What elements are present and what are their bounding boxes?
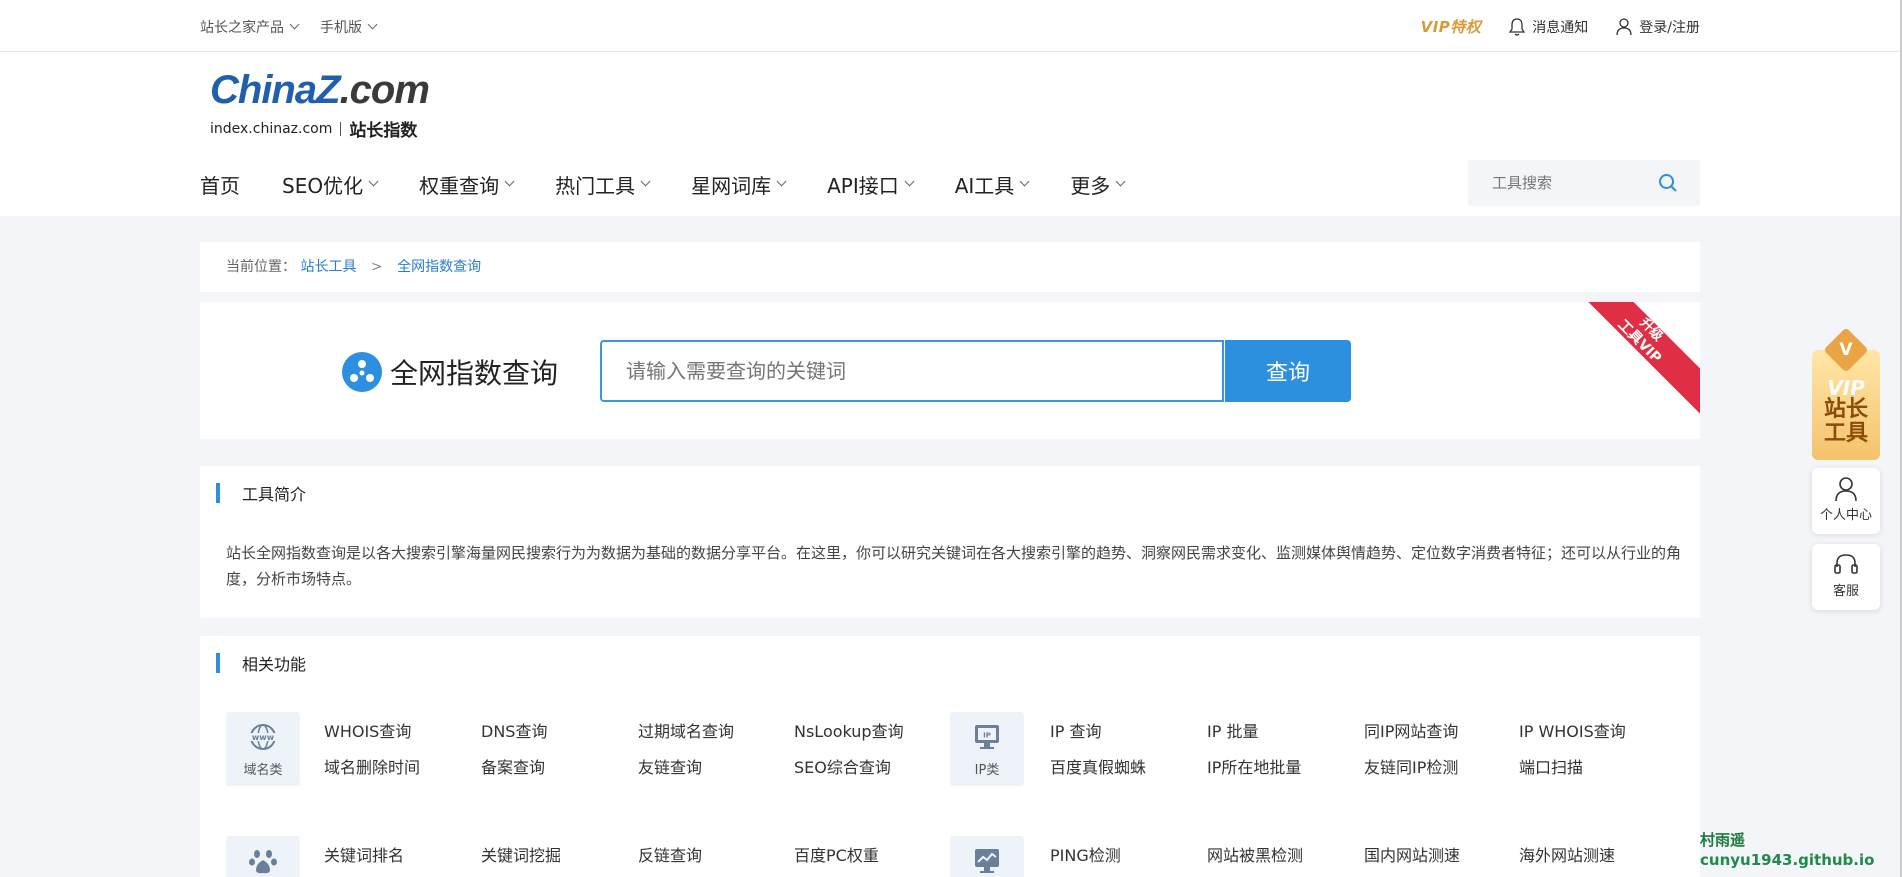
link-whois[interactable]: WHOIS查询 [324,718,411,742]
www-globe-icon: www [250,724,276,750]
user-icon [1835,477,1857,502]
chevron-down-icon [640,176,651,187]
link-baidu-pc-weight[interactable]: 百度PC权重 [794,842,879,866]
link-friend-link[interactable]: 友链查询 [638,754,702,778]
top-bar-left: 站长之家产品 手机版 [200,17,378,37]
link-overseas-speed[interactable]: 海外网站测速 [1519,842,1615,866]
link-same-ip-sites[interactable]: 同IP网站查询 [1364,718,1458,742]
vip-tools-float[interactable]: V VIP 站长工具 [1812,327,1880,460]
link-domestic-speed[interactable]: 国内网站测速 [1364,842,1460,866]
logo-subtitle: index.chinaz.com 站长指数 [210,120,418,142]
chevron-down-icon [289,19,300,29]
query-panel: 全网指数查询 查询 升级 工具VIP [200,302,1700,439]
mobile-menu[interactable]: 手机版 [320,17,378,37]
link-ip-query[interactable]: IP 查询 [1050,718,1101,742]
products-menu[interactable]: 站长之家产品 [200,17,300,37]
chevron-down-icon [776,176,787,187]
login-link[interactable]: 登录/注册 [1616,17,1700,37]
share-nodes-icon [342,352,382,392]
chevron-down-icon [367,19,378,29]
bell-icon [1509,17,1526,36]
category-monitor[interactable] [950,836,1024,877]
link-port-scan[interactable]: 端口扫描 [1519,754,1583,778]
chevron-down-icon [1115,176,1126,187]
personal-center-float[interactable]: 个人中心 [1812,468,1880,534]
link-seo-overview[interactable]: SEO综合查询 [794,754,891,778]
link-baidu-spider[interactable]: 百度真假蜘蛛 [1050,754,1146,778]
top-bar: 站长之家产品 手机版 VIP特权 消息通知 登录/注册 [0,0,1902,52]
link-nslookup[interactable]: NsLookup查询 [794,718,904,742]
link-ping[interactable]: PING检测 [1050,842,1121,866]
site-header: ChinaZ.com index.chinaz.com 站长指数 首页 SEO优… [0,52,1902,216]
nav-item-weight[interactable]: 权重查询 [419,170,515,199]
customer-service-float[interactable]: 客服 [1812,544,1880,610]
intro-text: 站长全网指数查询是以各大搜索引擎海量网民搜索行为为数据为基础的数据分享平台。在这… [226,544,1682,588]
chevron-down-icon [368,176,379,187]
chart-monitor-icon [975,849,999,873]
category-domain[interactable]: www 域名类 [226,712,300,786]
link-hacked-check[interactable]: 网站被黑检测 [1207,842,1303,866]
link-backlink[interactable]: 反链查询 [638,842,702,866]
query-button[interactable]: 查询 [1225,340,1351,402]
logo-brand: ChinaZ.com [210,68,430,112]
link-ip-location-batch[interactable]: IP所在地批量 [1207,754,1301,778]
notification-link[interactable]: 消息通知 [1509,17,1588,37]
search-icon[interactable] [1658,173,1678,193]
baidu-paw-icon [249,850,277,874]
svg-text:IP: IP [983,732,991,740]
nav-item-seo[interactable]: SEO优化 [282,170,379,199]
query-title: 全网指数查询 [342,352,558,392]
chevron-down-icon [904,176,915,187]
site-logo[interactable]: ChinaZ.com index.chinaz.com 站长指数 [210,68,450,142]
intro-title: 工具简介 [216,481,306,505]
chevron-down-icon [504,176,515,187]
main-nav: 首页 SEO优化 权重查询 热门工具 星网词库 API接口 AI工具 更多 [200,170,1166,199]
user-icon [1616,17,1632,35]
nav-item-home[interactable]: 首页 [200,170,240,199]
nav-item-hot-tools[interactable]: 热门工具 [555,170,651,199]
nav-item-more[interactable]: 更多 [1070,170,1126,199]
ip-monitor-icon: IP [975,725,999,749]
nav-item-ai-tools[interactable]: AI工具 [955,170,1030,199]
top-bar-right: VIP特权 消息通知 登录/注册 [1421,16,1700,37]
category-ip[interactable]: IP IP类 [950,712,1024,786]
link-ip-whois[interactable]: IP WHOIS查询 [1519,718,1626,742]
headset-icon [1834,554,1858,574]
related-title: 相关功能 [216,651,306,675]
tool-search [1468,160,1700,206]
nav-item-keyword-lib[interactable]: 星网词库 [691,170,787,199]
related-functions-card: 相关功能 www 域名类 WHOIS查询 DNS查询 过期域名查询 NsLook… [200,636,1700,877]
intro-card: 工具简介 站长全网指数查询是以各大搜索引擎海量网民搜索行为为数据为基础的数据分享… [200,466,1700,618]
link-friend-same-ip[interactable]: 友链同IP检测 [1364,754,1458,778]
breadcrumb: 当前位置： 站长工具 > 全网指数查询 [200,242,1700,292]
link-expired-domain[interactable]: 过期域名查询 [638,718,734,742]
diamond-icon: V [1823,327,1869,373]
tool-search-input[interactable] [1492,160,1652,206]
link-ip-batch[interactable]: IP 批量 [1207,718,1258,742]
vip-privilege-link[interactable]: VIP特权 [1421,16,1482,37]
link-domain-delete-time[interactable]: 域名删除时间 [324,754,420,778]
category-baidu[interactable] [226,836,300,877]
breadcrumb-link-current[interactable]: 全网指数查询 [397,259,481,275]
link-keyword-rank[interactable]: 关键词排名 [324,842,404,866]
keyword-input[interactable] [600,340,1224,402]
link-icp[interactable]: 备案查询 [481,754,545,778]
link-dns[interactable]: DNS查询 [481,718,547,742]
svg-text:www: www [252,733,275,742]
breadcrumb-link-tools[interactable]: 站长工具 [300,259,356,275]
nav-item-api[interactable]: API接口 [827,170,915,199]
link-keyword-mining[interactable]: 关键词挖掘 [481,842,561,866]
upgrade-vip-ribbon[interactable]: 升级 工具VIP [1566,302,1700,415]
chevron-down-icon [1019,176,1030,187]
watermark: 村雨遥 cunyu1943.github.io [1700,831,1875,869]
